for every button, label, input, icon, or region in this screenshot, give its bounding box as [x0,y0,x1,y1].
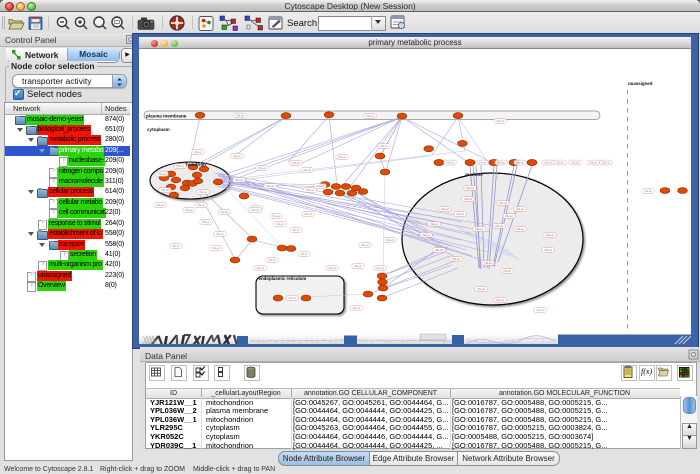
svg-text:(5e-a): (5e-a) [441,207,449,211]
svg-text:(5e-a): (5e-a) [484,261,492,265]
svg-text:(5e-a): (5e-a) [233,154,241,158]
svg-text:(5e-a): (5e-a) [589,161,597,165]
svg-text:(5e-a): (5e-a) [516,207,524,211]
svg-text:(5e-a): (5e-a) [354,264,362,268]
svg-text:(5e-a): (5e-a) [304,212,312,216]
svg-text:(5e-a): (5e-a) [251,208,259,212]
svg-text:(5e-a): (5e-a) [352,306,360,310]
svg-text:cytoplasm: cytoplasm [147,127,170,132]
svg-text:(5e-a): (5e-a) [236,114,244,118]
svg-text:(5e-a): (5e-a) [644,189,652,193]
svg-text:(5e-a): (5e-a) [258,166,266,170]
svg-text:(5e-a): (5e-a) [288,296,296,300]
svg-text:(5e-a): (5e-a) [435,248,443,252]
svg-text:(5e-a): (5e-a) [306,188,314,192]
svg-text:(5e-a): (5e-a) [546,233,554,237]
svg-text:(5e-a): (5e-a) [268,258,276,262]
svg-text:(5e-a): (5e-a) [220,210,228,214]
svg-text:(5e-a): (5e-a) [536,308,544,312]
svg-text:(5e-a): (5e-a) [272,214,280,218]
svg-text:(5e-a): (5e-a) [505,214,513,218]
svg-text:(5e-a): (5e-a) [361,243,369,247]
svg-text:(5e-a): (5e-a) [212,246,220,250]
svg-text:(5e-a): (5e-a) [456,212,464,216]
svg-text:(5e-a): (5e-a) [366,114,374,118]
svg-text:nucleus: nucleus [465,172,483,177]
svg-text:(5e-a): (5e-a) [316,184,324,188]
svg-text:(5e-a): (5e-a) [496,298,504,302]
svg-text:(5e-a): (5e-a) [496,119,504,123]
svg-text:(5e-a): (5e-a) [478,161,486,165]
svg-text:(5e-a): (5e-a) [328,266,336,270]
svg-text:(5e-a): (5e-a) [452,257,460,261]
svg-text:(5e-a): (5e-a) [422,233,430,237]
svg-text:(5e-a): (5e-a) [216,232,224,236]
svg-text:unassigned: unassigned [628,81,653,86]
svg-text:(5e-a): (5e-a) [292,161,300,165]
svg-text:endoplasmic reticulum: endoplasmic reticulum [259,276,307,281]
svg-text:(5e-a): (5e-a) [497,161,505,165]
svg-text:(5e-a): (5e-a) [338,155,346,159]
svg-text:(5e-a): (5e-a) [556,161,564,165]
svg-text:(5e-a): (5e-a) [516,161,524,165]
svg-text:(5e-a): (5e-a) [185,208,193,212]
svg-text:(5e-a): (5e-a) [199,190,207,194]
svg-text:(5e-a): (5e-a) [176,164,184,168]
svg-text:(5e-a): (5e-a) [197,203,205,207]
svg-text:(5e-a): (5e-a) [516,227,524,231]
svg-text:(5e-a): (5e-a) [602,161,610,165]
svg-text:(5e-a): (5e-a) [172,244,180,248]
svg-text:(5e-a): (5e-a) [544,161,552,165]
svg-text:(5e-a): (5e-a) [276,222,284,226]
svg-text:(5e-a): (5e-a) [202,220,210,224]
svg-text:(5e-a): (5e-a) [300,252,308,256]
svg-text:(5e-a): (5e-a) [380,144,388,148]
svg-text:(5e-a): (5e-a) [477,287,485,291]
svg-text:Search:: Search: [287,18,320,29]
svg-text:plasma membrane: plasma membrane [146,114,187,119]
svg-text:(5e-a): (5e-a) [266,184,274,188]
svg-text:(5e-a): (5e-a) [376,266,384,270]
svg-text:(5e-a): (5e-a) [256,266,264,270]
svg-text:(5e-a): (5e-a) [475,227,483,231]
svg-text:(5e-a): (5e-a) [495,224,503,228]
svg-text:(5e-a): (5e-a) [464,197,472,201]
svg-text:(5e-a): (5e-a) [446,161,454,165]
svg-text:(5e-a): (5e-a) [292,228,300,232]
svg-text:(5e-a): (5e-a) [544,248,552,252]
svg-text:(5e-a): (5e-a) [571,161,579,165]
svg-text:(5e-a): (5e-a) [156,203,164,207]
svg-text:(5e-a): (5e-a) [303,168,311,172]
svg-text:(5e-a): (5e-a) [194,150,202,154]
svg-text:(5e-a): (5e-a) [430,222,438,226]
svg-text:(5e-a): (5e-a) [503,269,511,273]
svg-text:(5e-a): (5e-a) [161,188,169,192]
svg-text:(5e-a): (5e-a) [466,186,474,190]
svg-text:(5e-a): (5e-a) [158,172,166,176]
svg-text:(5e-a): (5e-a) [499,201,507,205]
svg-text:(5e-a): (5e-a) [386,238,394,242]
svg-text:(5e-a): (5e-a) [235,178,243,182]
